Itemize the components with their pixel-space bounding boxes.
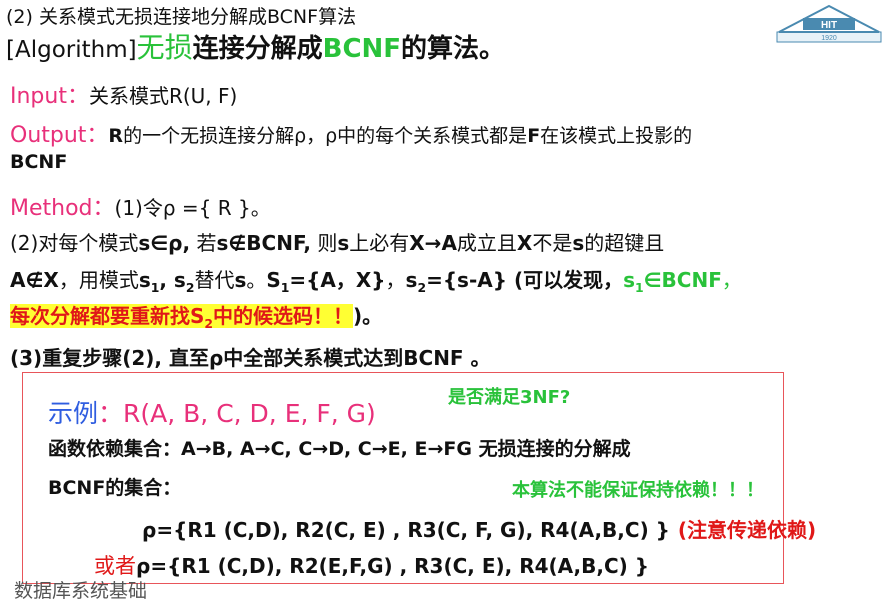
output-r: R bbox=[108, 125, 124, 147]
step2-text: 成立且 bbox=[456, 231, 517, 255]
step2-text: 替代 bbox=[194, 268, 235, 292]
header-decompose-word: 连接分解成 bbox=[192, 34, 323, 64]
step2-text: )。 bbox=[353, 304, 383, 328]
step2-line2: A∉X，用模式s1, s2替代s。S1={A，X}，s2={s-A} (可以发现… bbox=[10, 264, 742, 295]
header-line2: [Algorithm]无损连接分解成BCNF的算法。 bbox=[6, 26, 505, 66]
result2-line: 或者ρ={R1 (C,D), R2(E,F,G) , R3(C, E), R4(… bbox=[94, 550, 649, 580]
header-lossless-word: 无损 bbox=[136, 31, 193, 64]
step2-s1: s1 bbox=[138, 268, 160, 295]
step2-text: 不是 bbox=[532, 231, 573, 255]
method-line: Method：(1)令ρ ={ R }。 bbox=[10, 190, 271, 222]
output-text: 的一个无损连接分解ρ，ρ中的每个关系模式都是 bbox=[123, 125, 528, 147]
step2-fd: X→A bbox=[409, 231, 457, 255]
step2-a-not-in-x: A∉X bbox=[10, 268, 59, 292]
step2-text: 。 bbox=[246, 268, 267, 292]
result1: ρ={R1 (C,D), R2(C, E) , R3(C, F, G), R4(… bbox=[142, 518, 670, 542]
step2-s: s bbox=[572, 231, 585, 255]
example-title: 示例：R(A, B, C, D, E, F, G) bbox=[48, 394, 376, 430]
step2-highlight: 每次分解都要重新找S2中的候选码！！ bbox=[10, 304, 354, 331]
step2-text: 的超键且 bbox=[584, 231, 665, 255]
output-line2: BCNF bbox=[10, 151, 68, 173]
header-bcnf-word: BCNF bbox=[322, 34, 402, 64]
step2-line1: (2)对每个模式s∈ρ, 若s∉BCNF, 则s上必有X→A成立且X不是s的超键… bbox=[10, 227, 664, 256]
note-3nf: 是否满足3NF? bbox=[448, 387, 571, 408]
step2-s: s bbox=[337, 231, 350, 255]
fd-line-text: 函数依赖集合：A→B, A→C, C→D, C→E, E→FG 无损连接的分解成 bbox=[48, 438, 631, 460]
step2-text: ，用模式 bbox=[58, 268, 139, 292]
header-algorithm-word: 的算法。 bbox=[401, 34, 506, 64]
step3-line: (3)重复步骤(2), 直至ρ中全部关系模式达到BCNF 。 bbox=[10, 346, 491, 370]
output-f: F bbox=[527, 125, 541, 147]
logo-hit-text: HIT bbox=[821, 20, 837, 31]
hit-logo: HIT 1920 bbox=[776, 4, 882, 43]
step2-s1-in-bcnf: s1∈BCNF bbox=[623, 268, 722, 295]
output-label: Output： bbox=[10, 123, 109, 148]
step2-text: (2)对每个模式 bbox=[10, 231, 139, 255]
input-text: 关系模式R(U, F) bbox=[88, 84, 238, 108]
header-algorithm-label: [Algorithm] bbox=[6, 37, 137, 63]
step2-s2: , s2 bbox=[159, 268, 195, 295]
result1-line: ρ={R1 (C,D), R2(C, E) , R3(C, F, G), R4(… bbox=[142, 514, 816, 543]
footer-text: 数据库系统基础 bbox=[14, 580, 148, 602]
output-line1: Output：R的一个无损连接分解ρ，ρ中的每个关系模式都是F在该模式上投影的 bbox=[10, 117, 692, 149]
result1-note: (注意传递依赖) bbox=[677, 518, 817, 542]
step2-S1-def: S1={A，X} bbox=[266, 268, 386, 295]
step2-s: s bbox=[234, 268, 247, 292]
note-dependency: 本算法不能保证保持依赖！！！ bbox=[512, 480, 764, 501]
logo-year-text: 1920 bbox=[821, 35, 837, 42]
step2-text: 上必有 bbox=[349, 231, 410, 255]
step2-x: X bbox=[516, 231, 533, 255]
method-text: (1)令ρ ={ R }。 bbox=[114, 196, 271, 220]
or-label: 或者 bbox=[94, 554, 136, 578]
fd-line: 函数依赖集合：A→B, A→C, C→D, C→E, E→FG 无损连接的分解成 bbox=[48, 434, 631, 461]
step2-s-not-bcnf: s∉BCNF, bbox=[216, 231, 311, 255]
input-label: Input： bbox=[10, 84, 89, 109]
input-line: Input：关系模式R(U, F) bbox=[10, 78, 237, 110]
output-text-end: 在该模式上投影的 bbox=[540, 125, 693, 147]
step2-text: 若 bbox=[190, 231, 217, 255]
step2-s2-def: s2={s-A} bbox=[405, 268, 507, 295]
step2-text: ， bbox=[385, 268, 406, 292]
step2-paren-note: (可以发现， bbox=[506, 268, 624, 292]
example-label: 示例 bbox=[48, 399, 99, 428]
header-line1: (2) 关系模式无损连接地分解成BCNF算法 bbox=[6, 6, 357, 28]
step2-text: ， bbox=[721, 268, 742, 292]
result2: ρ={R1 (C,D), R2(E,F,G) , R3(C, E), R4(A,… bbox=[136, 554, 649, 578]
step2-text: 则 bbox=[311, 231, 338, 255]
fd-line2: BCNF的集合： bbox=[48, 477, 182, 499]
step2-s-in-rho: s∈ρ, bbox=[138, 231, 191, 255]
example-relation: R(A, B, C, D, E, F, G) bbox=[123, 399, 376, 428]
method-label: Method： bbox=[10, 196, 115, 221]
step2-line3: 每次分解都要重新找S2中的候选码！！)。 bbox=[10, 300, 382, 331]
example-colon: ： bbox=[98, 399, 124, 428]
